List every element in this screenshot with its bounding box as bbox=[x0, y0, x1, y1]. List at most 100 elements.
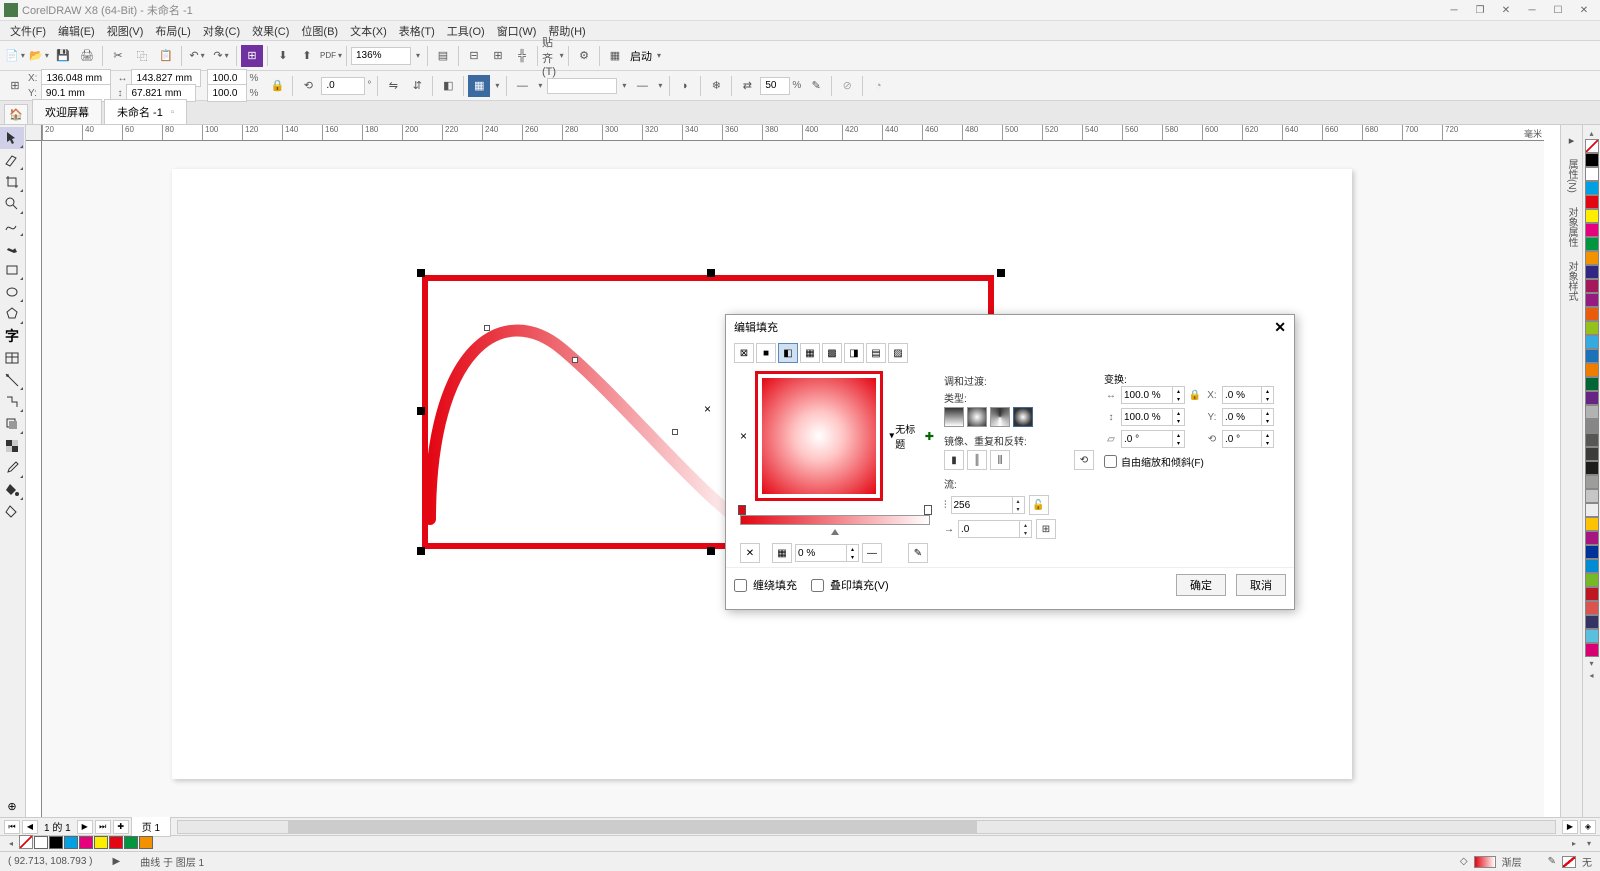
undo-button[interactable]: ↶ bbox=[186, 45, 208, 67]
close-preview-icon[interactable]: × bbox=[740, 430, 747, 442]
search-content-button[interactable]: ⊞ bbox=[241, 45, 263, 67]
artistic-media-tool[interactable] bbox=[0, 237, 24, 259]
nav-toggle-button[interactable]: ◈ bbox=[1580, 820, 1596, 834]
docker-obj-props[interactable]: 对象属性 bbox=[1562, 201, 1581, 253]
color-swatch[interactable] bbox=[1585, 167, 1599, 181]
maximize-button[interactable]: ☐ bbox=[1546, 2, 1570, 18]
doc-color-swatch[interactable] bbox=[49, 836, 63, 849]
next-page-button[interactable]: ▶ bbox=[77, 820, 93, 834]
doc-color-swatch[interactable] bbox=[139, 836, 153, 849]
steps-lock-button[interactable]: 🔓 bbox=[1029, 495, 1049, 515]
close-doc-icon[interactable]: ▫ bbox=[171, 107, 175, 118]
doc-color-swatch[interactable] bbox=[19, 835, 33, 849]
welcome-tab[interactable]: 欢迎屏幕 bbox=[32, 99, 102, 124]
color-swatch[interactable] bbox=[1585, 615, 1599, 629]
freehand-tool[interactable] bbox=[0, 215, 24, 237]
transparency-tool[interactable] bbox=[0, 435, 24, 457]
copy-transparency-button[interactable]: ⇄ bbox=[736, 75, 758, 97]
fill-postscript-tab[interactable]: ▨ bbox=[888, 343, 908, 363]
menu-window[interactable]: 窗口(W) bbox=[491, 21, 543, 41]
transparency-amount-input[interactable] bbox=[760, 77, 790, 95]
line-end-button[interactable]: — bbox=[631, 75, 653, 97]
doc-palette-expand[interactable]: ▾ bbox=[1582, 838, 1596, 850]
fill-none-tab[interactable]: ⊠ bbox=[734, 343, 754, 363]
app-launcher-button[interactable]: ▦ bbox=[604, 45, 626, 67]
color-swatch[interactable] bbox=[1585, 517, 1599, 531]
menu-file[interactable]: 文件(F) bbox=[4, 21, 52, 41]
color-swatch[interactable] bbox=[1585, 181, 1599, 195]
fill-preview[interactable]: ▾ bbox=[755, 371, 883, 501]
menu-bitmap[interactable]: 位图(B) bbox=[295, 21, 344, 41]
doc-minimize-button[interactable]: ─ bbox=[1442, 2, 1466, 18]
color-swatch[interactable] bbox=[1585, 377, 1599, 391]
color-swatch[interactable] bbox=[1585, 643, 1599, 657]
doc-color-swatch[interactable] bbox=[64, 836, 78, 849]
palette-flyout[interactable]: ◂ bbox=[1585, 669, 1599, 681]
no-transparency-button[interactable]: ⊘ bbox=[836, 75, 858, 97]
ok-button[interactable]: 确定 bbox=[1176, 574, 1226, 596]
fill-width-input[interactable] bbox=[1122, 390, 1172, 401]
new-button[interactable]: 📄 bbox=[4, 45, 26, 67]
color-swatch[interactable] bbox=[1585, 293, 1599, 307]
pick-tool[interactable] bbox=[0, 127, 24, 149]
color-swatch[interactable] bbox=[1585, 531, 1599, 545]
color-swatch[interactable] bbox=[1585, 307, 1599, 321]
scale-y-input[interactable] bbox=[207, 84, 247, 102]
menu-edit[interactable]: 编辑(E) bbox=[52, 21, 101, 41]
show-grid-button[interactable]: ⊞ bbox=[487, 45, 509, 67]
import-button[interactable]: ⬇ bbox=[272, 45, 294, 67]
ruler-origin[interactable] bbox=[26, 125, 42, 141]
color-swatch[interactable] bbox=[1585, 489, 1599, 503]
fill-height-input[interactable] bbox=[1122, 412, 1172, 423]
fill-texture-tab[interactable]: ▤ bbox=[866, 343, 886, 363]
color-swatch[interactable] bbox=[1585, 265, 1599, 279]
show-guidelines-button[interactable]: ╬ bbox=[511, 45, 533, 67]
interactive-fill-tool[interactable] bbox=[0, 479, 24, 501]
node-opacity-input[interactable] bbox=[796, 548, 846, 559]
redo-button[interactable]: ↷ bbox=[210, 45, 232, 67]
elliptical-fill-button[interactable] bbox=[967, 407, 987, 427]
full-screen-button[interactable]: ▤ bbox=[432, 45, 454, 67]
free-scale-checkbox[interactable] bbox=[1104, 455, 1117, 468]
doc-restore-button[interactable]: ❐ bbox=[1468, 2, 1492, 18]
vertical-ruler[interactable] bbox=[26, 141, 42, 817]
default-fill-button[interactable]: ▮ bbox=[944, 450, 964, 470]
smooth-button[interactable]: ⊞ bbox=[1036, 519, 1056, 539]
transform-lock[interactable]: 🔒 bbox=[1188, 390, 1202, 401]
docker-expand[interactable]: ▸ bbox=[1561, 129, 1583, 151]
close-button[interactable]: ✕ bbox=[1572, 2, 1596, 18]
color-swatch[interactable] bbox=[1585, 223, 1599, 237]
open-button[interactable]: 📂 bbox=[28, 45, 50, 67]
repeat-fill-button[interactable]: ⫼ bbox=[990, 450, 1010, 470]
node-color-picker[interactable]: ▦ bbox=[772, 543, 792, 563]
color-swatch[interactable] bbox=[1585, 363, 1599, 377]
shape-tool[interactable] bbox=[0, 149, 24, 171]
mirror-v-button[interactable]: ⇵ bbox=[406, 75, 428, 97]
snap-to-button[interactable]: 贴齐(T)▾ bbox=[542, 45, 564, 67]
line-style-selector[interactable] bbox=[547, 78, 617, 94]
node-position-slider[interactable]: — bbox=[862, 543, 882, 563]
menu-effects[interactable]: 效果(C) bbox=[246, 21, 295, 41]
color-swatch[interactable] bbox=[1585, 503, 1599, 517]
selection-center[interactable]: × bbox=[704, 403, 711, 415]
rectangular-fill-button[interactable] bbox=[1013, 407, 1033, 427]
gradient-node-end[interactable] bbox=[924, 505, 932, 515]
color-swatch[interactable] bbox=[1585, 335, 1599, 349]
color-swatch[interactable] bbox=[1585, 349, 1599, 363]
color-swatch[interactable] bbox=[1585, 475, 1599, 489]
zoom-tool[interactable] bbox=[0, 193, 24, 215]
quick-customize-button[interactable]: ⊕ bbox=[0, 795, 24, 817]
color-swatch[interactable] bbox=[1585, 195, 1599, 209]
document-tab-1[interactable]: 未命名 -1▫ bbox=[104, 99, 187, 124]
prev-page-button[interactable]: ◀ bbox=[22, 820, 38, 834]
doc-close-button[interactable]: ✕ bbox=[1494, 2, 1518, 18]
scroll-right-button[interactable]: ▶ bbox=[1562, 820, 1578, 834]
color-swatch[interactable] bbox=[1585, 573, 1599, 587]
fill-vector-pattern-tab[interactable]: ▦ bbox=[800, 343, 820, 363]
drop-shadow-tool[interactable] bbox=[0, 413, 24, 435]
preset-list-button[interactable]: ⊞ bbox=[4, 75, 26, 97]
color-swatch[interactable] bbox=[1585, 629, 1599, 643]
options-button[interactable]: ⚙ bbox=[573, 45, 595, 67]
crop-tool[interactable] bbox=[0, 171, 24, 193]
steps-input[interactable] bbox=[952, 500, 1012, 511]
